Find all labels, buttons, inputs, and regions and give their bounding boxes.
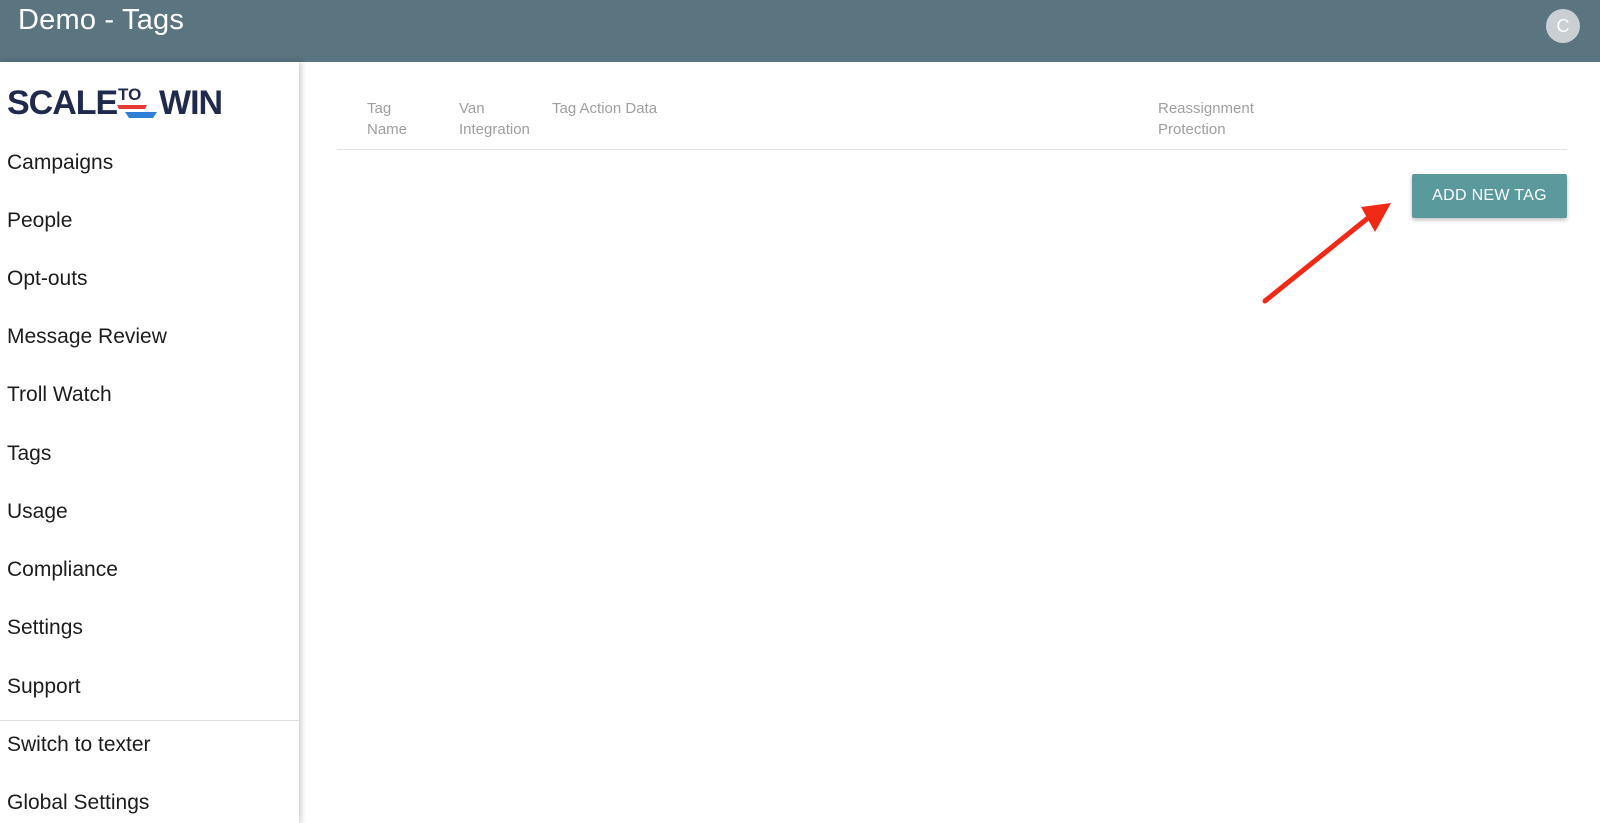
svg-text:TO: TO — [118, 85, 141, 104]
column-header-reassignment-protection[interactable]: Reassignment Protection — [1158, 98, 1254, 140]
svg-text:WIN: WIN — [159, 84, 222, 122]
column-header-tag-name[interactable]: Tag Name — [367, 98, 407, 140]
add-new-tag-button[interactable]: ADD NEW TAG — [1412, 174, 1567, 218]
sidebar-divider — [0, 720, 299, 721]
sidebar-item-message-review[interactable]: Message Review — [7, 325, 167, 349]
sidebar-item-settings[interactable]: Settings — [7, 616, 83, 640]
sidebar-item-campaigns[interactable]: Campaigns — [7, 151, 113, 175]
sidebar-item-usage[interactable]: Usage — [7, 500, 68, 524]
main-content: Tag Name Van Integration Tag Action Data… — [299, 62, 1600, 823]
sidebar-item-opt-outs[interactable]: Opt-outs — [7, 267, 88, 291]
svg-text:SCALE: SCALE — [7, 84, 118, 122]
sidebar-item-troll-watch[interactable]: Troll Watch — [7, 383, 112, 407]
user-avatar[interactable]: C — [1546, 9, 1580, 43]
sidebar-item-compliance[interactable]: Compliance — [7, 558, 118, 582]
sidebar: SCALE TO WIN Campaigns People Opt-outs M… — [0, 62, 299, 823]
sidebar-item-tags[interactable]: Tags — [7, 442, 51, 466]
sidebar-item-people[interactable]: People — [7, 209, 72, 233]
scale-to-win-logo[interactable]: SCALE TO WIN — [7, 82, 235, 126]
page-title: Demo - Tags — [18, 4, 185, 36]
sidebar-item-global-settings[interactable]: Global Settings — [7, 791, 149, 815]
app-header: Demo - Tags C — [0, 0, 1600, 62]
sidebar-item-support[interactable]: Support — [7, 675, 81, 699]
table-header-divider — [337, 149, 1567, 150]
column-header-tag-action-data[interactable]: Tag Action Data — [552, 98, 657, 119]
sidebar-item-switch-to-texter[interactable]: Switch to texter — [7, 733, 151, 757]
column-header-van-integration[interactable]: Van Integration — [459, 98, 530, 140]
